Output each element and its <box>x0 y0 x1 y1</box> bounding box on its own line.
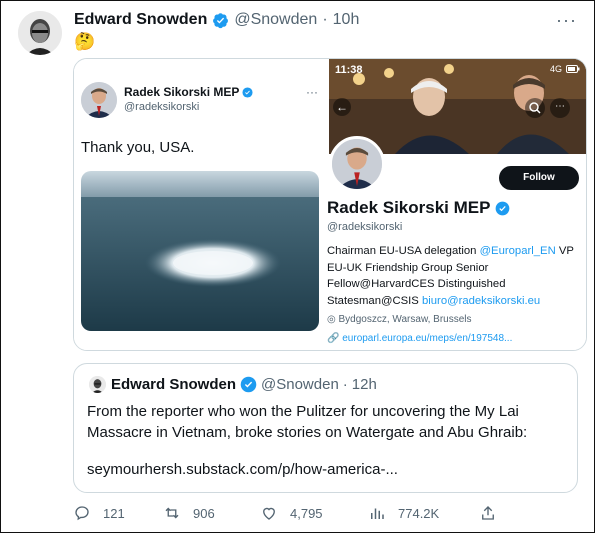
heart-icon <box>263 507 275 520</box>
verified-badge-icon <box>240 376 257 393</box>
status-time: 11:38 <box>335 64 363 76</box>
bio-email-link: biuro@radeksikorski.eu <box>421 294 541 307</box>
url-text: europarl.europa.eu/meps/en/197548... <box>342 333 513 344</box>
location-text: Bydgoszcz, Warsaw, Brussels <box>338 314 472 325</box>
profile-name: Radek Sikorski MEP <box>327 198 510 218</box>
tweet-text: 🤔 <box>74 32 96 51</box>
embedded-author-name: Radek Sikorski MEP <box>124 85 253 99</box>
search-icon <box>525 98 545 118</box>
author-name[interactable]: Edward Snowden <box>74 11 207 29</box>
profile-url: 🔗 europarl.europa.eu/meps/en/197548... <box>327 333 512 344</box>
bio-mention-link: @Europarl_EN <box>479 245 556 257</box>
bio-text: EU-UK Friendship Group Senior <box>327 261 489 274</box>
embedded-tweet-text: Thank you, USA. <box>81 139 195 156</box>
follow-button: Follow <box>499 166 579 190</box>
more-options-icon: ⋯ <box>550 98 570 118</box>
reply-icon <box>75 506 89 521</box>
like-count: 4,795 <box>290 505 323 521</box>
like-button[interactable]: 4,795 <box>260 504 323 522</box>
back-arrow-icon: ← <box>333 98 351 116</box>
media-attachment[interactable]: Radek Sikorski MEP @radeksikorski ··· Th… <box>73 58 587 351</box>
embedded-name-text: Radek Sikorski MEP <box>124 85 240 99</box>
battery-icon <box>566 65 580 73</box>
embedded-tweet-screenshot: Radek Sikorski MEP @radeksikorski ··· Th… <box>74 59 329 350</box>
author-handle[interactable]: @Snowden <box>234 11 317 29</box>
profile-bio: Chairman EU-USA delegation @Europarl_EN … <box>327 243 583 309</box>
tweet-card: Edward Snowden @Snowden · 10h ··· 🤔 Rade <box>0 0 595 533</box>
quoted-tweet-header: Edward Snowden @Snowden · 12h <box>111 376 377 393</box>
sikorski-avatar <box>81 82 117 118</box>
quoted-author-name: Edward Snowden <box>111 376 237 393</box>
bio-text: Statesman@CSIS <box>327 294 422 307</box>
link-icon: 🔗 <box>327 333 340 344</box>
quoted-author-handle: @Snowden <box>261 376 339 393</box>
analytics-icon <box>371 508 384 519</box>
view-count: 774.2K <box>398 505 440 521</box>
location-pin-icon: ◎ <box>327 314 336 325</box>
quoted-tweet-text: From the reporter who won the Pulitzer f… <box>87 403 528 441</box>
tweet-time[interactable]: 10h <box>333 11 360 29</box>
share-button[interactable] <box>479 504 497 522</box>
profile-name-text: Radek Sikorski MEP <box>327 198 491 217</box>
quoted-tweet-link[interactable]: seymourhersh.substack.com/p/how-america-… <box>87 461 398 478</box>
bio-text: Chairman EU-USA delegation <box>327 245 480 257</box>
verified-badge-icon <box>496 201 510 215</box>
author-avatar[interactable] <box>18 11 62 55</box>
verified-badge-icon <box>213 12 229 28</box>
profile-avatar <box>329 136 385 192</box>
profile-handle: @radeksikorski <box>327 221 403 233</box>
more-options-icon: ··· <box>306 85 318 99</box>
reply-button[interactable]: 121 <box>73 504 125 522</box>
retweet-icon <box>165 507 179 519</box>
retweet-count: 906 <box>193 505 215 521</box>
bio-text: VP <box>555 245 574 257</box>
share-icon <box>482 506 494 520</box>
network-label: 4G <box>549 64 562 74</box>
verified-badge-icon <box>242 86 253 98</box>
separator-dot: · <box>322 11 328 28</box>
profile-location: ◎ Bydgoszcz, Warsaw, Brussels <box>327 314 472 325</box>
quoted-tweet[interactable]: Edward Snowden @Snowden · 12h From the r… <box>73 363 578 493</box>
views-button[interactable]: 774.2K <box>368 504 439 522</box>
reply-count: 121 <box>103 505 125 521</box>
quoted-tweet-time: 12h <box>351 376 377 393</box>
tweet-header: Edward Snowden @Snowden · 10h <box>74 11 359 29</box>
separator-dot: · <box>342 376 348 393</box>
embedded-author-handle: @radeksikorski <box>124 101 200 113</box>
quoted-author-avatar <box>89 376 106 393</box>
bio-text: Fellow@HarvardCES Distinguished <box>327 278 506 290</box>
profile-screenshot: 11:38 4G ← ⋯ Follow Radek Sikorski MEP @… <box>327 59 586 350</box>
status-bar-icons: 4G <box>550 64 580 74</box>
more-options-icon[interactable]: ··· <box>556 10 577 31</box>
retweet-button[interactable]: 906 <box>163 504 215 522</box>
sea-leak-photo <box>81 171 319 331</box>
